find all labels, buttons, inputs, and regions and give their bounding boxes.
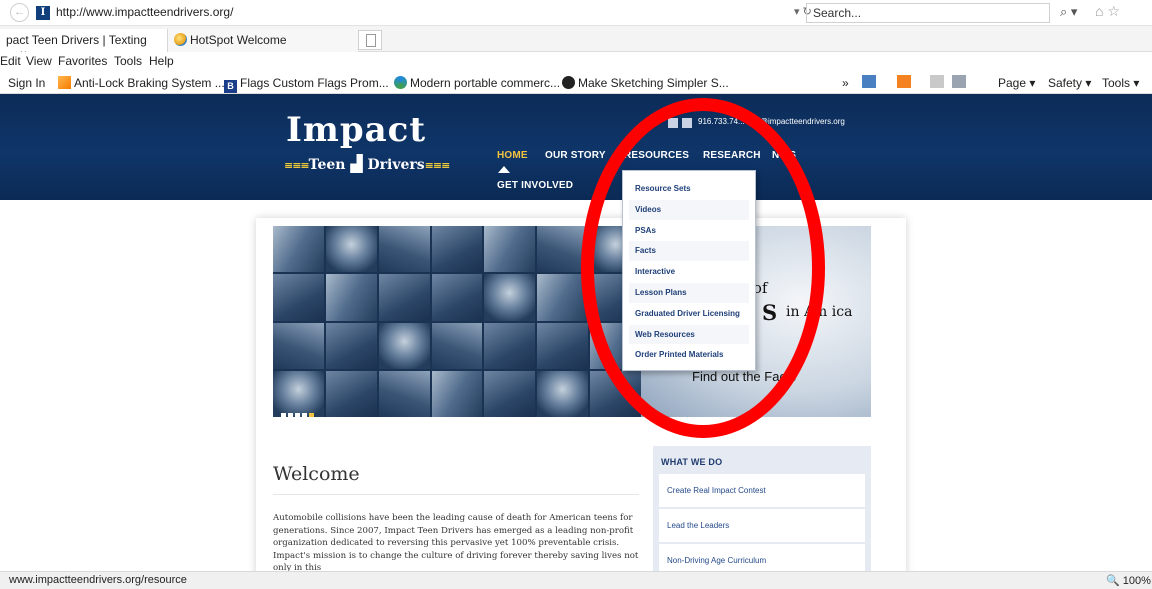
what-we-do-item-leaders[interactable]: Lead the Leaders xyxy=(659,509,865,542)
back-arrow-icon[interactable]: ← xyxy=(10,3,29,22)
tab-hotspot-welcome[interactable]: HotSpot Welcome xyxy=(168,29,358,52)
nav-our-story[interactable]: OUR STORY xyxy=(545,150,606,161)
address-input[interactable]: http://www.impactteendrivers.org/ xyxy=(56,5,233,19)
safety-menu-button[interactable]: Safety ▾ xyxy=(1048,76,1091,90)
bookmark-icon xyxy=(562,76,575,89)
favorite-sketching[interactable]: Make Sketching Simpler S... xyxy=(562,76,729,90)
menu-bar: Edit View Favorites Tools Help xyxy=(0,52,1152,70)
slider-dot[interactable] xyxy=(295,413,300,417)
zoom-level[interactable]: 🔍 100% xyxy=(1106,574,1151,587)
search-icon[interactable]: ⌕ ▾ xyxy=(1060,4,1077,20)
favorite-modern-portable[interactable]: Modern portable commerc... xyxy=(394,76,560,90)
menu-tools[interactable]: Tools xyxy=(114,54,142,68)
bookmark-icon xyxy=(58,76,71,89)
active-indicator-icon xyxy=(498,166,510,173)
slider-dot-active[interactable] xyxy=(309,413,314,417)
page-menu-button[interactable]: Page ▾ xyxy=(998,76,1035,90)
mail-icon[interactable] xyxy=(930,75,944,88)
menu-view[interactable]: View xyxy=(26,54,52,68)
print-icon[interactable] xyxy=(952,75,966,88)
slider-pagination[interactable] xyxy=(281,407,316,417)
what-we-do-heading: WHAT WE DO xyxy=(661,457,723,467)
menu-favorites[interactable]: Favorites xyxy=(58,54,107,68)
tab-impact-teen-drivers[interactable]: pact Teen Drivers | Texting ...× xyxy=(0,29,168,61)
slider-dot[interactable] xyxy=(281,413,286,417)
home-icon[interactable] xyxy=(862,75,876,88)
red-highlight-circle xyxy=(581,98,825,438)
globe-icon xyxy=(174,33,187,46)
slider-dot[interactable] xyxy=(302,413,307,417)
welcome-heading: Welcome xyxy=(273,463,360,485)
flag-icon: B xyxy=(224,80,237,93)
tab-bar: pact Teen Drivers | Texting ...× HotSpot… xyxy=(0,26,1152,61)
favorite-anti-lock[interactable]: Anti-Lock Braking System ... xyxy=(58,76,225,90)
site-logo[interactable]: Impact xyxy=(286,110,426,150)
site-favicon-icon: I xyxy=(36,6,50,20)
welcome-text: Automobile collisions have been the lead… xyxy=(273,513,639,573)
menu-help[interactable]: Help xyxy=(149,54,174,68)
menu-edit[interactable]: Edit xyxy=(0,54,21,68)
tab-label: HotSpot Welcome xyxy=(190,33,287,47)
favorite-flags[interactable]: B Flags Custom Flags Prom... xyxy=(224,76,389,93)
bookmark-icon xyxy=(394,76,407,89)
tools-menu-button[interactable]: Tools ▾ xyxy=(1102,76,1139,90)
favorite-sign-in[interactable]: Sign In xyxy=(8,76,45,90)
favorites-bar: Sign In Anti-Lock Braking System ... B Fl… xyxy=(0,70,1152,94)
status-url: www.impactteendrivers.org/resource xyxy=(9,574,187,586)
nav-home[interactable]: HOME xyxy=(497,150,528,161)
slider-dot[interactable] xyxy=(288,413,293,417)
what-we-do-item-contest[interactable]: Create Real Impact Contest xyxy=(659,474,865,507)
search-input[interactable]: Search... xyxy=(806,3,1050,23)
new-tab-icon[interactable] xyxy=(358,30,382,50)
site-logo-subtitle: ≡≡≡Teen ▟ Drivers≡≡≡ xyxy=(284,154,450,173)
divider xyxy=(273,494,639,495)
more-favorites-icon[interactable]: » xyxy=(842,76,849,90)
status-bar: www.impactteendrivers.org/resource 🔍 100… xyxy=(0,571,1152,589)
site-header xyxy=(0,94,1152,200)
rss-feed-icon[interactable] xyxy=(897,75,911,88)
address-bar-row: ← I http://www.impactteendrivers.org/ ▾ … xyxy=(0,0,1152,26)
home-star-icons[interactable]: ⌂☆ xyxy=(1095,3,1124,20)
nav-get-involved[interactable]: GET INVOLVED xyxy=(497,180,573,191)
